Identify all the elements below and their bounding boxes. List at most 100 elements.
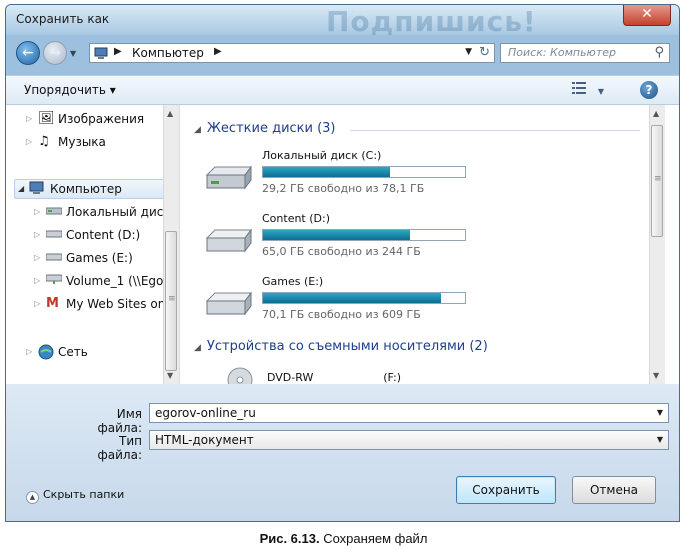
breadcrumb-separator-icon[interactable]: ▶ (114, 46, 122, 57)
nav-item-content-d[interactable]: ▷ Content (D:) (34, 226, 174, 246)
hard-drive-icon (205, 165, 252, 190)
drive-item-dvd[interactable]: DVD-RW (F:) (227, 367, 527, 384)
music-icon: ♫ (38, 134, 50, 149)
expand-icon[interactable]: ▷ (34, 230, 40, 239)
search-placeholder: Поиск: Компьютер (508, 46, 616, 59)
expand-icon[interactable]: ▷ (34, 276, 40, 285)
collapse-group-icon[interactable]: ◢ (194, 125, 201, 135)
organize-menu[interactable]: Упорядочить ▾ (24, 83, 116, 97)
breadcrumb-separator-icon[interactable]: ▶ (214, 46, 222, 57)
network-icon (38, 344, 54, 364)
scroll-down-icon[interactable]: ▼ (167, 371, 173, 380)
figure-caption-prefix: Рис. 6.13. (259, 531, 320, 546)
nav-item-local-disk[interactable]: ▷ Локальный диск (34, 203, 174, 223)
filename-label: Имя файла: (97, 407, 142, 435)
back-button[interactable]: ← (16, 41, 40, 65)
forward-button[interactable]: → (43, 41, 67, 65)
help-button[interactable]: ? (640, 81, 658, 99)
figure-caption: Рис. 6.13. Сохраняем файл (0, 531, 687, 546)
drive-item-e[interactable]: Games (E:) 70,1 ГБ свободно из 609 ГБ (205, 275, 665, 335)
group-hard-disks-label: Жесткие диски (3) (206, 121, 336, 136)
expand-icon[interactable]: ▷ (34, 253, 40, 262)
drive-free-space: 29,2 ГБ свободно из 78,1 ГБ (262, 182, 425, 195)
filename-value: egorov-online_ru (155, 406, 256, 420)
view-dropdown-icon[interactable]: ▼ (598, 87, 604, 96)
history-dropdown-icon[interactable]: ▼ (70, 49, 76, 58)
hard-drive-icon (205, 228, 252, 253)
drive-free-space: 65,0 ГБ свободно из 244 ГБ (262, 245, 421, 258)
disk-icon (45, 250, 63, 265)
group-divider (350, 130, 640, 131)
expand-icon[interactable]: ▷ (26, 347, 32, 356)
nav-item-computer[interactable]: ◢ Компьютер (14, 179, 166, 199)
drive-usage-bar (262, 229, 466, 241)
watermark: Подпишись! (326, 5, 537, 38)
computer-icon (29, 181, 45, 199)
title-bar[interactable]: Сохранить как Подпишись! ✕ (6, 5, 679, 38)
drive-usage-fill (263, 293, 441, 303)
drive-name: Локальный диск (C:) (262, 149, 382, 162)
scroll-down-icon[interactable]: ▼ (653, 371, 659, 380)
cancel-button[interactable]: Отмена (572, 476, 656, 504)
save-form: Имя файла: egorov-online_ru ▼ Тип файла:… (6, 384, 679, 521)
search-icon[interactable]: ⚲ (654, 45, 664, 60)
save-button[interactable]: Сохранить (456, 476, 556, 504)
scroll-up-icon[interactable]: ▲ (167, 109, 173, 118)
details-view-icon (572, 82, 586, 94)
refresh-icon[interactable]: ↻ (479, 45, 490, 60)
drive-usage-fill (263, 230, 411, 240)
expand-icon[interactable]: ▷ (34, 299, 40, 308)
collapse-group-icon[interactable]: ◢ (194, 343, 201, 353)
toolbar: Упорядочить ▾ ▼ ? (6, 75, 679, 105)
group-removable-label: Устройства со съемными носителями (2) (206, 339, 488, 354)
drive-item-c[interactable]: Локальный диск (C:) 29,2 ГБ свободно из … (205, 149, 665, 209)
filename-dropdown-icon[interactable]: ▼ (657, 408, 663, 417)
address-row: ← → ▼ ▶ Компьютер ▶ ▼ ↻ Поиск: Компьютер… (6, 35, 679, 75)
expand-icon[interactable]: ▷ (26, 137, 32, 146)
close-button[interactable]: ✕ (623, 5, 671, 26)
filetype-select[interactable]: HTML-документ ▼ (149, 430, 669, 450)
content-pane: ◢ Жесткие диски (3) Локальный диск (C:) 2… (180, 105, 665, 384)
chevron-up-icon: ▲ (26, 491, 39, 504)
back-arrow-icon: ← (22, 45, 34, 61)
group-removable[interactable]: ◢ Устройства со съемными носителями (2) (194, 339, 488, 354)
view-options-button[interactable]: ▼ (572, 82, 604, 97)
forward-arrow-icon: → (49, 45, 61, 61)
hide-folders-label: Скрыть папки (43, 488, 125, 501)
expand-icon[interactable]: ▷ (34, 207, 40, 216)
drive-usage-bar (262, 292, 466, 304)
nav-item-volume-1[interactable]: ▷ Volume_1 (\\Egor (34, 272, 174, 292)
filetype-dropdown-icon[interactable]: ▼ (657, 435, 663, 444)
drive-free-space: 70,1 ГБ свободно из 609 ГБ (262, 308, 421, 321)
disk-icon (45, 227, 63, 242)
filetype-value: HTML-документ (155, 433, 254, 447)
nav-scroll-thumb[interactable]: ≡ (165, 231, 177, 371)
drive-usage-fill (263, 167, 391, 177)
nav-item-games-e[interactable]: ▷ Games (E:) (34, 249, 174, 269)
save-as-dialog: Сохранить как Подпишись! ✕ ← → ▼ ▶ Компь… (5, 4, 680, 522)
filename-input[interactable]: egorov-online_ru ▼ (149, 403, 669, 423)
address-bar[interactable]: ▶ Компьютер ▶ ▼ ↻ (89, 43, 495, 63)
nav-scrollbar[interactable]: ▲ ≡ ▼ (163, 105, 179, 384)
group-hard-disks[interactable]: ◢ Жесткие диски (3) (194, 121, 336, 136)
drive-name: Content (D:) (262, 212, 331, 225)
drive-item-d[interactable]: Content (D:) 65,0 ГБ свободно из 244 ГБ (205, 212, 665, 272)
content-scrollbar[interactable]: ▲ ≡ ▼ (649, 105, 665, 384)
nav-item-music[interactable]: ▷ ♫ Музыка (26, 133, 166, 153)
grip-icon: ≡ (168, 294, 176, 304)
breadcrumb-computer[interactable]: Компьютер (132, 46, 204, 60)
expand-icon[interactable]: ▷ (26, 114, 32, 123)
scroll-up-icon[interactable]: ▲ (653, 109, 659, 118)
address-dropdown-icon[interactable]: ▼ (465, 47, 472, 57)
web-sites-icon: M (46, 296, 59, 311)
nav-item-my-web-sites[interactable]: ▷ M My Web Sites on (34, 295, 174, 315)
collapse-icon[interactable]: ◢ (18, 184, 24, 193)
hide-folders-toggle[interactable]: ▲ Скрыть папки (26, 488, 124, 504)
search-input[interactable]: Поиск: Компьютер ⚲ (500, 43, 670, 63)
content-scroll-thumb[interactable]: ≡ (651, 125, 663, 237)
browser-body: ▷ 🖼 Изображения ▷ ♫ Музыка ◢ Компьютер ▷… (6, 105, 679, 384)
nav-item-network[interactable]: ▷ Сеть (26, 343, 166, 363)
nav-item-pictures[interactable]: ▷ 🖼 Изображения (26, 110, 166, 130)
network-drive-icon (45, 273, 63, 289)
drive-name: DVD-RW (F:) (267, 371, 402, 384)
